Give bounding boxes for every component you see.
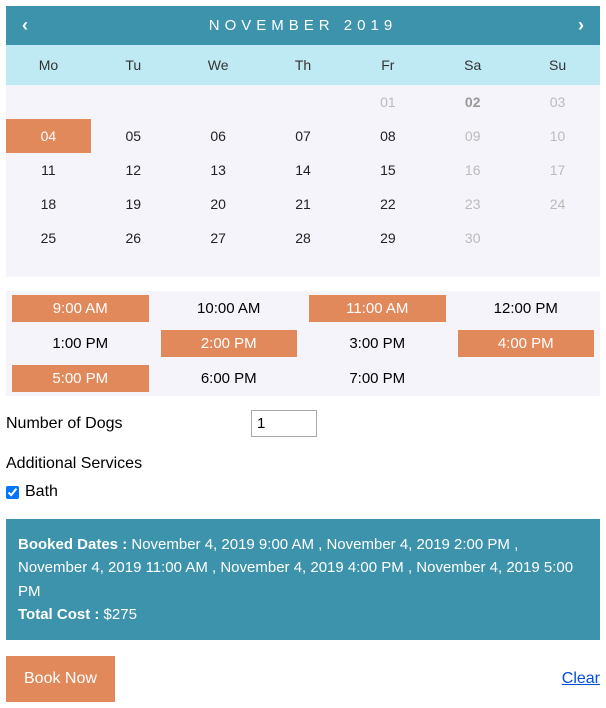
time-slot[interactable]: 2:00 PM [161, 330, 298, 357]
calendar-day: 23 [430, 187, 515, 221]
calendar-day[interactable]: 11 [6, 153, 91, 187]
num-dogs-input[interactable] [251, 410, 317, 437]
calendar-day: 16 [430, 153, 515, 187]
calendar-header: ‹ NOVEMBER 2019 › [6, 6, 600, 45]
calendar-day[interactable]: 22 [345, 187, 430, 221]
calendar-day[interactable]: 19 [91, 187, 176, 221]
clear-link[interactable]: Clear [562, 670, 600, 688]
calendar-day[interactable]: 26 [91, 221, 176, 255]
calendar-grid: 010203 04050607080910 11121314151617 181920… [6, 85, 600, 255]
summary-panel: Booked Dates : November 4, 2019 9:00 AM … [6, 519, 600, 640]
calendar-day[interactable]: 12 [91, 153, 176, 187]
num-dogs-label: Number of Dogs [6, 415, 251, 433]
next-month-icon[interactable]: › [578, 15, 584, 36]
calendar-day: 24 [515, 187, 600, 221]
time-slot[interactable]: 6:00 PM [161, 365, 298, 392]
calendar-day[interactable]: 08 [345, 119, 430, 153]
dow-label: We [176, 45, 261, 85]
dow-label: Tu [91, 45, 176, 85]
calendar-day[interactable]: 27 [176, 221, 261, 255]
booked-dates-label: Booked Dates : [18, 536, 131, 553]
calendar-title: NOVEMBER 2019 [209, 17, 397, 34]
total-cost-label: Total Cost : [18, 606, 104, 623]
dow-label: Su [515, 45, 600, 85]
calendar-day[interactable]: 20 [176, 187, 261, 221]
calendar-day-empty [176, 85, 261, 119]
dow-label: Th [261, 45, 346, 85]
prev-month-icon[interactable]: ‹ [22, 15, 28, 36]
time-slot[interactable]: 9:00 AM [12, 295, 149, 322]
calendar-day[interactable]: 25 [6, 221, 91, 255]
time-slot[interactable]: 7:00 PM [309, 365, 446, 392]
dow-label: Fr [345, 45, 430, 85]
time-slot[interactable]: 3:00 PM [309, 330, 446, 357]
calendar-day[interactable]: 18 [6, 187, 91, 221]
time-slot[interactable]: 12:00 PM [458, 295, 595, 322]
calendar-day: 03 [515, 85, 600, 119]
calendar-day-empty [91, 85, 176, 119]
bath-checkbox[interactable] [6, 486, 19, 499]
additional-services-label: Additional Services [6, 455, 600, 473]
bath-row: Bath [6, 483, 600, 501]
time-slot[interactable]: 5:00 PM [12, 365, 149, 392]
calendar-day: 09 [430, 119, 515, 153]
calendar-day-selected[interactable]: 04 [6, 119, 91, 153]
book-now-button[interactable]: Book Now [6, 656, 115, 702]
actions-row: Book Now Clear [6, 656, 600, 702]
calendar-day[interactable]: 06 [176, 119, 261, 153]
num-dogs-row: Number of Dogs [6, 410, 600, 437]
calendar-day[interactable]: 29 [345, 221, 430, 255]
dow-label: Sa [430, 45, 515, 85]
dow-label: Mo [6, 45, 91, 85]
time-grid: 9:00 AM 10:00 AM 11:00 AM 12:00 PM 1:00 PM 2:… [6, 291, 600, 396]
calendar-day[interactable]: 28 [261, 221, 346, 255]
time-slot[interactable]: 10:00 AM [161, 295, 298, 322]
calendar-day-empty [261, 85, 346, 119]
calendar-day[interactable]: 07 [261, 119, 346, 153]
calendar-day: 17 [515, 153, 600, 187]
calendar-day: 30 [430, 221, 515, 255]
bath-label: Bath [25, 483, 58, 501]
time-slot[interactable]: 11:00 AM [309, 295, 446, 322]
calendar-day[interactable]: 13 [176, 153, 261, 187]
calendar-day: 10 [515, 119, 600, 153]
time-slot[interactable]: 1:00 PM [12, 330, 149, 357]
calendar-day[interactable]: 15 [345, 153, 430, 187]
calendar-day: 02 [430, 85, 515, 119]
time-slot[interactable]: 4:00 PM [458, 330, 595, 357]
calendar-day[interactable]: 14 [261, 153, 346, 187]
calendar-day: 01 [345, 85, 430, 119]
calendar-day-empty [6, 85, 91, 119]
calendar-day[interactable]: 21 [261, 187, 346, 221]
calendar-day[interactable]: 05 [91, 119, 176, 153]
calendar-day-empty [515, 221, 600, 255]
total-cost-value: $275 [104, 606, 137, 623]
calendar-dow-row: Mo Tu We Th Fr Sa Su [6, 45, 600, 85]
